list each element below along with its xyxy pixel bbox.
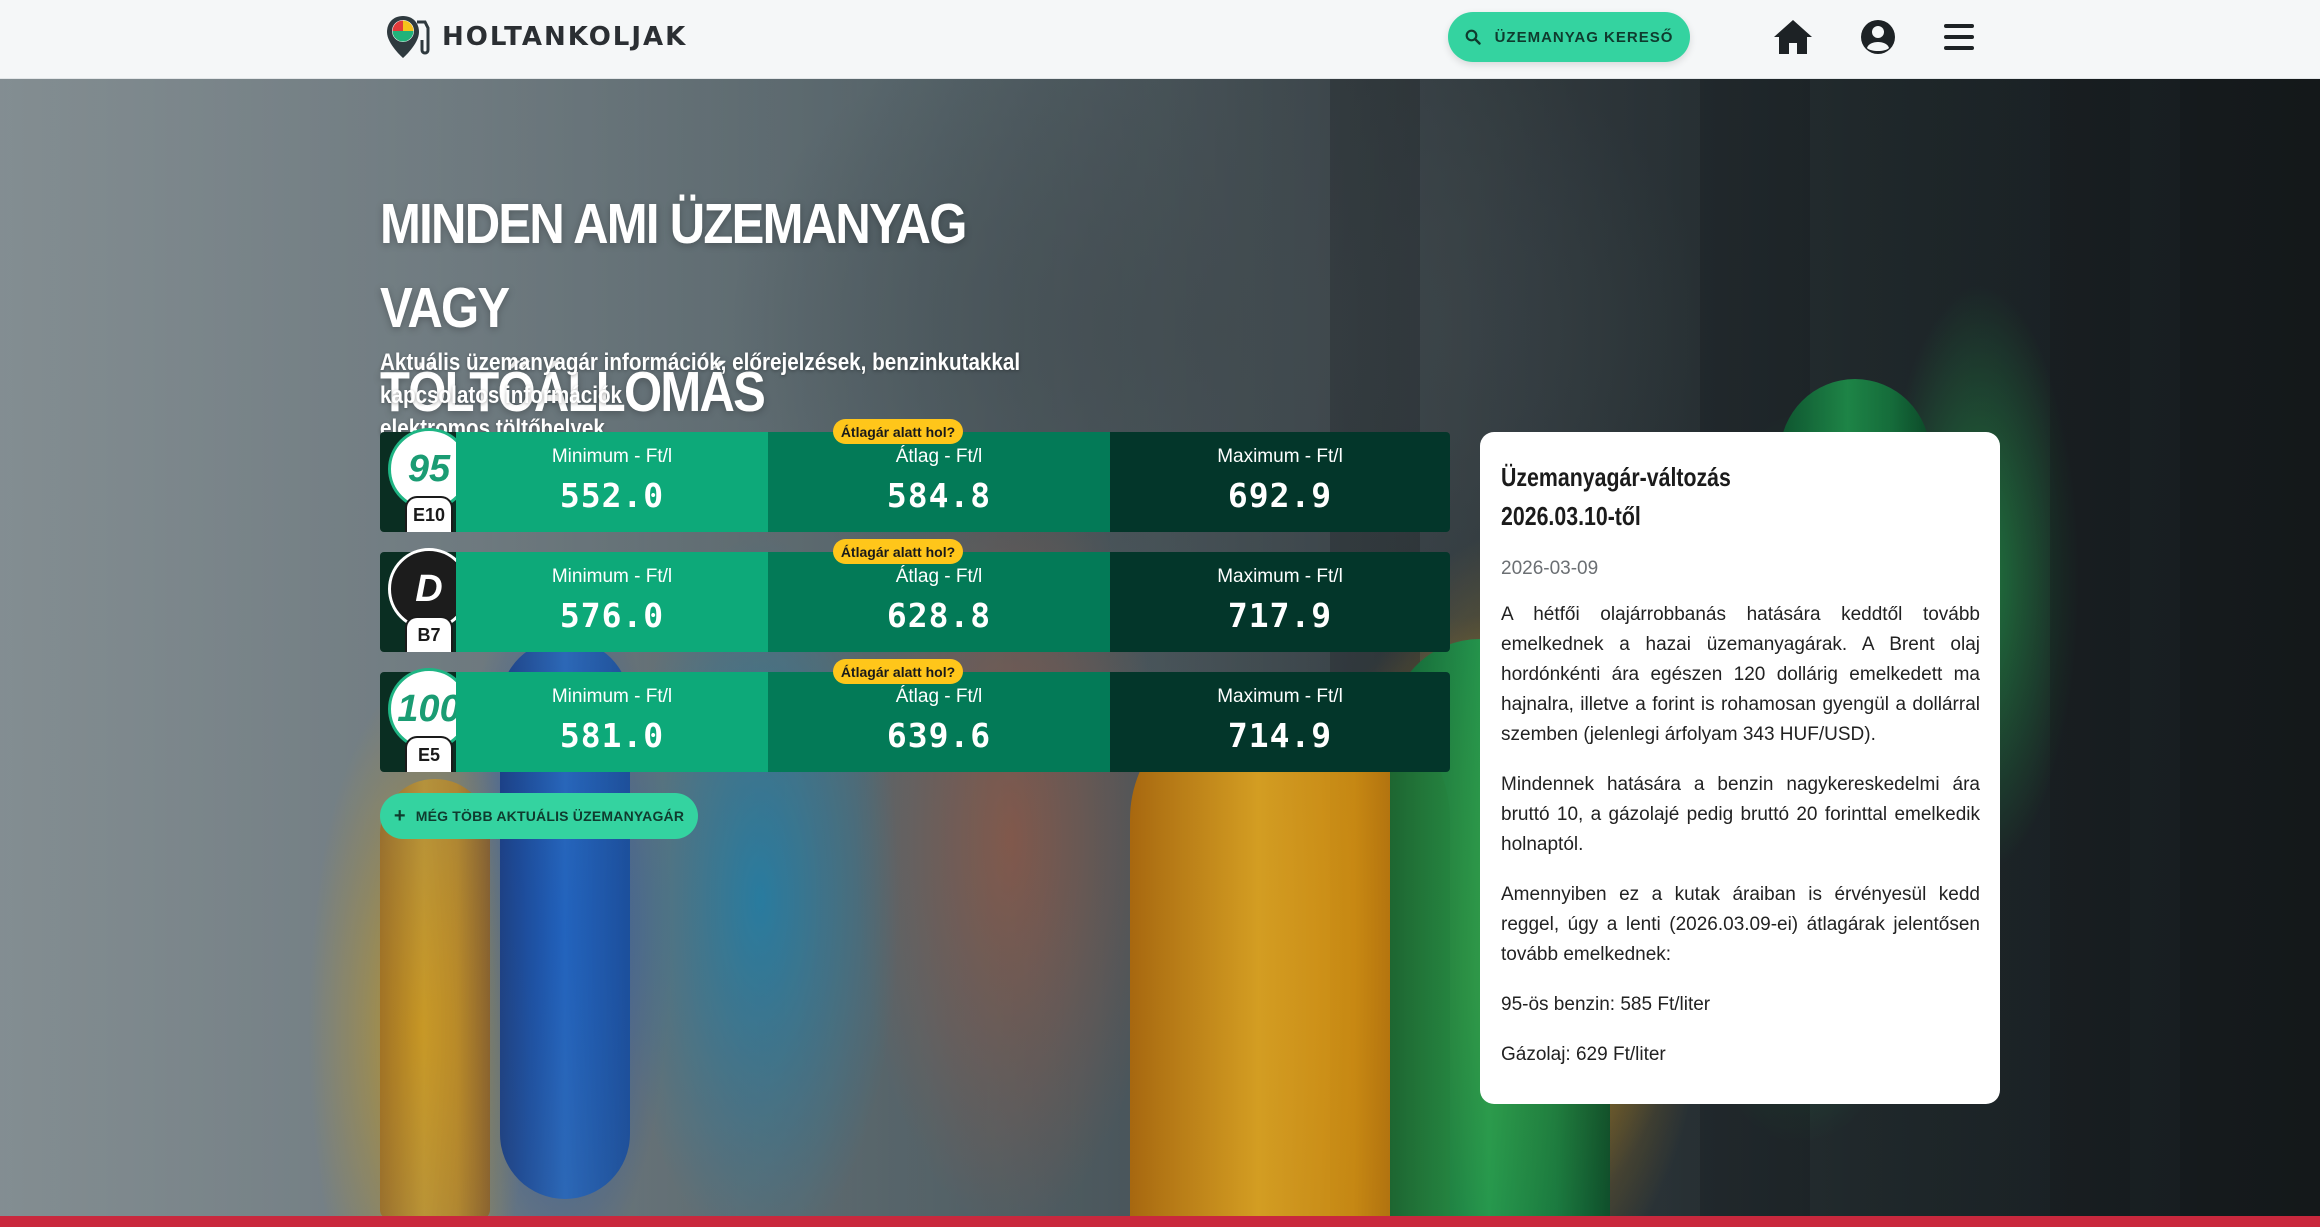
news-paragraph: Gázolaj: 629 Ft/liter [1501,1044,1666,1065]
max-price-cell: Maximum - Ft/l 692.9 [1110,432,1450,532]
more-fuel-prices-label: MÉG TÖBB AKTUÁLIS ÜZEMANYAGÁR [415,808,685,824]
min-price-label: Minimum - Ft/l [551,446,673,467]
fuel-search-button[interactable]: ÜZEMANYAG KERESŐ [1448,12,1690,62]
bottom-accent-strip [0,1216,2320,1227]
home-icon[interactable] [1771,15,1815,59]
avg-price-label: Átlag - Ft/l [895,446,983,467]
avg-price-cell: Átlag - Ft/l 639.6 [768,672,1110,772]
min-price-cell: Minimum - Ft/l 576.0 [456,552,768,652]
news-title-line-2: 2026.03.10-től [1501,501,1641,531]
avg-price-cell: Átlag - Ft/l 584.8 [768,432,1110,532]
news-card: Üzemanyagár-változás 2026.03.10-től 2026… [1480,432,2000,1104]
min-price-label: Minimum - Ft/l [551,566,673,587]
min-price-label: Minimum - Ft/l [551,686,673,707]
hero-headline-line-1: MINDEN AMI ÜZEMANYAG VAGY [380,192,967,340]
news-paragraph: A hétfői olajárrobbanás hatására keddtől… [1501,604,1980,745]
pin-logo-icon [387,16,430,58]
max-price-label: Maximum - Ft/l [1217,686,1343,707]
min-price-value: 581.0 [559,716,665,755]
search-icon [1465,29,1481,45]
min-price-cell: Minimum - Ft/l 581.0 [456,672,768,772]
fuel-search-label: ÜZEMANYAG KERESŐ [1494,28,1674,46]
fuel-grade-tag: E5 [405,736,453,772]
avg-price-value: 639.6 [886,716,992,755]
price-row-diesel-b7: D B7 Minimum - Ft/l 576.0 Átlag - Ft/l 6… [380,539,1450,652]
news-title[interactable]: Üzemanyagár-változás 2026.03.10-től [1501,458,1960,536]
max-price-value: 692.9 [1227,476,1333,515]
site-logo[interactable]: HOLTANKOLJAK [384,12,687,62]
avg-price-value: 584.8 [886,476,992,515]
user-account-icon[interactable] [1856,15,1900,59]
plus-icon: + [393,804,406,827]
hamburger-menu-icon[interactable] [1938,15,1982,59]
avg-price-value: 628.8 [886,596,992,635]
below-average-where-button[interactable]: Átlagár alatt hol? [833,419,963,444]
news-title-line-1: Üzemanyagár-változás [1501,462,1731,492]
min-price-value: 552.0 [559,476,665,515]
fuel-grade-tag: B7 [405,616,453,652]
min-price-cell: Minimum - Ft/l 552.0 [456,432,768,532]
news-paragraph: Mindennek hatására a benzin nagykeresked… [1501,774,1980,855]
avg-price-label: Átlag - Ft/l [895,686,983,707]
below-average-where-button[interactable]: Átlagár alatt hol? [833,539,963,564]
hero-subline-line-1: Aktuális üzemanyagár információk, előrej… [380,349,1021,409]
news-paragraph: 95-ös benzin: 585 Ft/liter [1501,994,1711,1015]
max-price-label: Maximum - Ft/l [1217,566,1343,587]
price-row-100-e5: 100 E5 Minimum - Ft/l 581.0 Átlag - Ft/l… [380,659,1450,772]
more-fuel-prices-button[interactable]: + MÉG TÖBB AKTUÁLIS ÜZEMANYAGÁR [380,793,698,839]
max-price-label: Maximum - Ft/l [1217,446,1343,467]
below-average-where-button[interactable]: Átlagár alatt hol? [833,659,963,684]
max-price-value: 714.9 [1227,716,1333,755]
logo-text: HOLTANKOLJAK [442,22,688,52]
price-row-95-e10: 95 E10 Minimum - Ft/l 552.0 Átlag - Ft/l… [380,419,1450,532]
max-price-cell: Maximum - Ft/l 714.9 [1110,672,1450,772]
avg-price-cell: Átlag - Ft/l 628.8 [768,552,1110,652]
avg-price-label: Átlag - Ft/l [895,566,983,587]
hero-subline: Aktuális üzemanyagár információk, előrej… [380,346,1120,445]
max-price-value: 717.9 [1227,596,1333,635]
top-navbar: HOLTANKOLJAK ÜZEMANYAG KERESŐ [0,0,2320,79]
news-date: 2026-03-09 [1501,558,1599,579]
min-price-value: 576.0 [559,596,665,635]
news-paragraph: Amennyiben ez a kutak áraiban is érvénye… [1501,884,1980,965]
max-price-cell: Maximum - Ft/l 717.9 [1110,552,1450,652]
fuel-grade-tag: E10 [405,496,453,532]
